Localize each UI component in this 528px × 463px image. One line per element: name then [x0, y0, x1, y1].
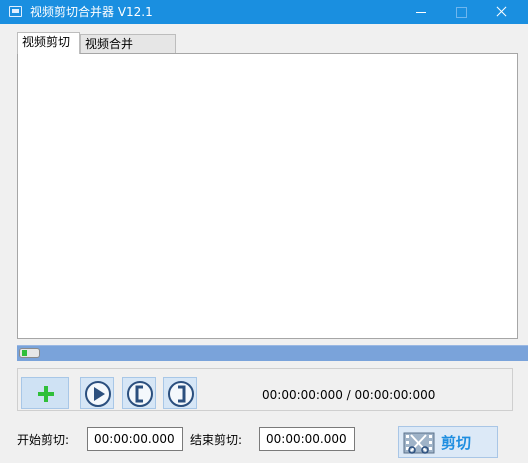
mark-out-button[interactable]: [163, 377, 197, 409]
film-scissors-icon: [403, 432, 435, 454]
playback-progress-bar[interactable]: [17, 345, 528, 361]
start-cut-input[interactable]: [87, 427, 183, 451]
add-file-button[interactable]: [21, 377, 69, 409]
play-button[interactable]: [80, 377, 114, 409]
window-title: 视频剪切合并器 V12.1: [30, 5, 153, 19]
right-bracket-icon: [168, 381, 194, 407]
time-display: 00:00:00:000 / 00:00:00:000: [262, 388, 436, 402]
minimize-button[interactable]: [404, 0, 438, 24]
left-bracket-icon: [127, 381, 153, 407]
app-icon: [9, 6, 22, 17]
start-cut-label: 开始剪切:: [17, 433, 70, 447]
progress-handle[interactable]: [19, 348, 40, 358]
end-cut-input[interactable]: [259, 427, 355, 451]
close-button[interactable]: [484, 0, 518, 24]
tab-video-cut[interactable]: 视频剪切: [17, 32, 80, 54]
mark-in-button[interactable]: [122, 377, 156, 409]
cut-button-label: 剪切: [441, 434, 472, 452]
plus-icon: [38, 386, 54, 402]
cut-button[interactable]: 剪切: [398, 426, 498, 458]
end-cut-label: 结束剪切:: [190, 433, 243, 447]
tab-video-merge[interactable]: 视频合并: [80, 34, 176, 55]
maximize-button[interactable]: [444, 0, 478, 24]
play-icon: [85, 381, 111, 407]
video-preview-area: [17, 53, 518, 339]
title-bar: 视频剪切合并器 V12.1: [0, 0, 528, 24]
